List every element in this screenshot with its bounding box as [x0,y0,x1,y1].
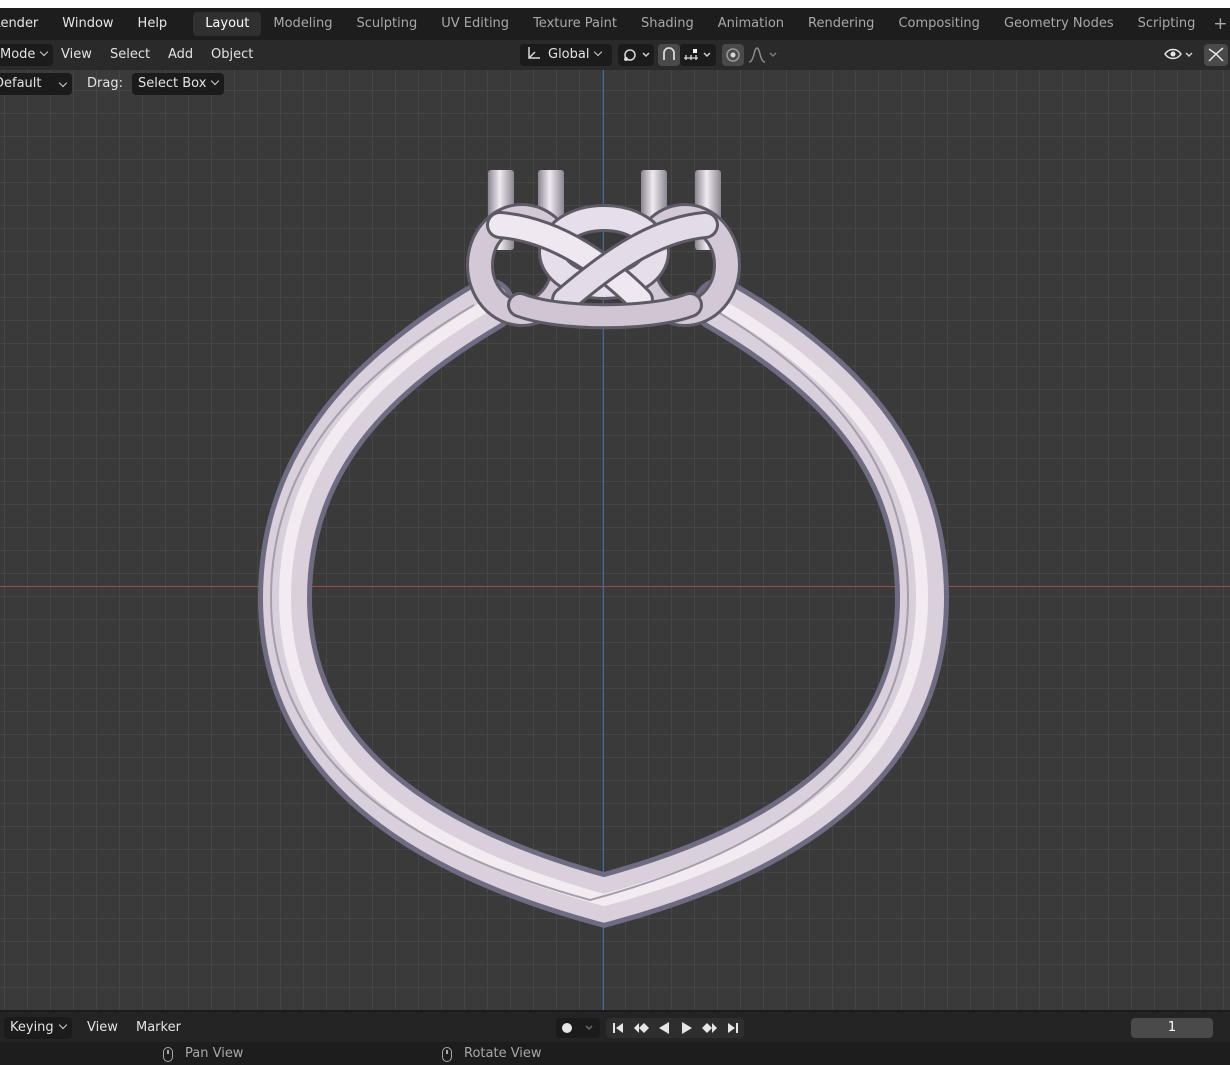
window-top-strip [0,0,1230,8]
jump-end-button[interactable] [723,1018,743,1038]
tab-geometry-nodes[interactable]: Geometry Nodes [992,12,1126,36]
menu-view[interactable]: View [61,44,92,66]
tab-uv-editing[interactable]: UV Editing [429,12,521,36]
orientation-label: Global [548,47,590,62]
add-workspace-button[interactable]: + [1207,12,1230,36]
play-button[interactable] [677,1018,697,1038]
prev-keyframe-icon [633,1023,649,1033]
top-menu-bar: Render Window Help Layout Modeling Sculp… [0,8,1230,40]
tab-modeling[interactable]: Modeling [261,12,344,36]
orientation-value-label: Default [0,76,42,91]
chevron-down-icon [40,47,49,57]
drag-select-dropdown[interactable]: Select Box [132,73,225,95]
rotate-view-label: Rotate View [464,1046,542,1061]
menu-window[interactable]: Window [50,11,125,37]
status-rotate-view: Rotate View [442,1045,542,1063]
pivot-point-dropdown[interactable] [618,44,654,66]
tab-scripting[interactable]: Scripting [1126,12,1208,36]
ring-model[interactable] [0,70,1230,1010]
chevron-down-icon [58,78,68,88]
falloff-dropdown[interactable] [746,44,780,66]
drag-label: Drag: [87,76,123,91]
3d-viewport[interactable] [0,70,1230,1010]
snap-icon [663,47,675,60]
workspace-tabs: Layout Modeling Sculpting UV Editing Tex… [193,12,1230,36]
menu-object[interactable]: Object [211,44,253,66]
play-icon [681,1022,692,1034]
jump-start-icon [612,1023,623,1033]
chevron-down-icon [211,76,220,86]
gizmo-toggle-icon [1208,47,1224,62]
tab-shading[interactable]: Shading [629,12,706,36]
keying-dropdown[interactable]: Keying [4,1017,72,1039]
keying-label: Keying [10,1020,54,1035]
tab-rendering[interactable]: Rendering [796,12,886,36]
timeline-menu-view[interactable]: View [87,1017,118,1039]
timeline-menu-marker[interactable]: Marker [136,1017,181,1039]
pivot-point-icon [624,49,650,61]
snap-increment-icon [684,49,711,60]
tab-compositing[interactable]: Compositing [886,12,992,36]
mode-dropdown[interactable]: Mode [0,44,54,66]
snap-target-dropdown[interactable] [680,44,716,66]
chevron-down-icon [58,1020,67,1030]
orientation-value-dropdown[interactable]: Default [0,73,72,95]
auto-keying-toggle[interactable] [556,1018,600,1038]
status-pan-view: Pan View [163,1045,243,1063]
current-frame-field[interactable]: 1 [1131,1018,1213,1038]
snap-toggle[interactable] [658,44,680,66]
timeline-header: Keying View Marker 1 [0,1010,1230,1042]
falloff-curve-icon [748,47,777,63]
record-icon [562,1023,593,1033]
jump-start-button[interactable] [608,1018,628,1038]
next-keyframe-icon [701,1023,717,1033]
play-reverse-icon [658,1022,669,1034]
chevron-down-icon [594,47,603,57]
menu-render[interactable]: Render [0,11,50,37]
tab-animation[interactable]: Animation [706,12,796,36]
gizmo-toggle[interactable] [1204,44,1228,66]
mode-dropdown-label: Mode [0,47,36,62]
mouse-icon [442,1046,452,1062]
celtic-knot [466,203,741,330]
ring-band [257,278,950,928]
pan-view-label: Pan View [185,1046,244,1061]
tab-sculpting[interactable]: Sculpting [345,12,430,36]
mouse-icon [163,1046,173,1062]
visibility-eye-icon [1164,48,1193,60]
menu-select[interactable]: Select [110,44,150,66]
tab-layout[interactable]: Layout [193,12,262,36]
play-reverse-button[interactable] [654,1018,674,1038]
next-keyframe-button[interactable] [700,1018,720,1038]
tab-texture-paint[interactable]: Texture Paint [521,12,629,36]
prev-keyframe-button[interactable] [631,1018,651,1038]
proportional-editing-toggle[interactable] [722,44,744,66]
viewport-header: Mode View Select Add Object Global [0,40,1230,70]
proportional-editing-icon [726,48,740,62]
drag-select-label: Select Box [138,76,207,91]
jump-end-icon [727,1023,738,1033]
visibility-dropdown[interactable] [1162,44,1198,66]
menu-add[interactable]: Add [168,44,193,66]
transform-orientation-icon [528,47,540,59]
transform-orientation-dropdown[interactable]: Global [520,44,612,66]
status-bar: Pan View Rotate View [0,1042,1230,1065]
tool-settings-row: Default Drag: Select Box [0,70,1230,98]
menu-help[interactable]: Help [126,11,180,37]
playback-controls [606,1018,744,1038]
